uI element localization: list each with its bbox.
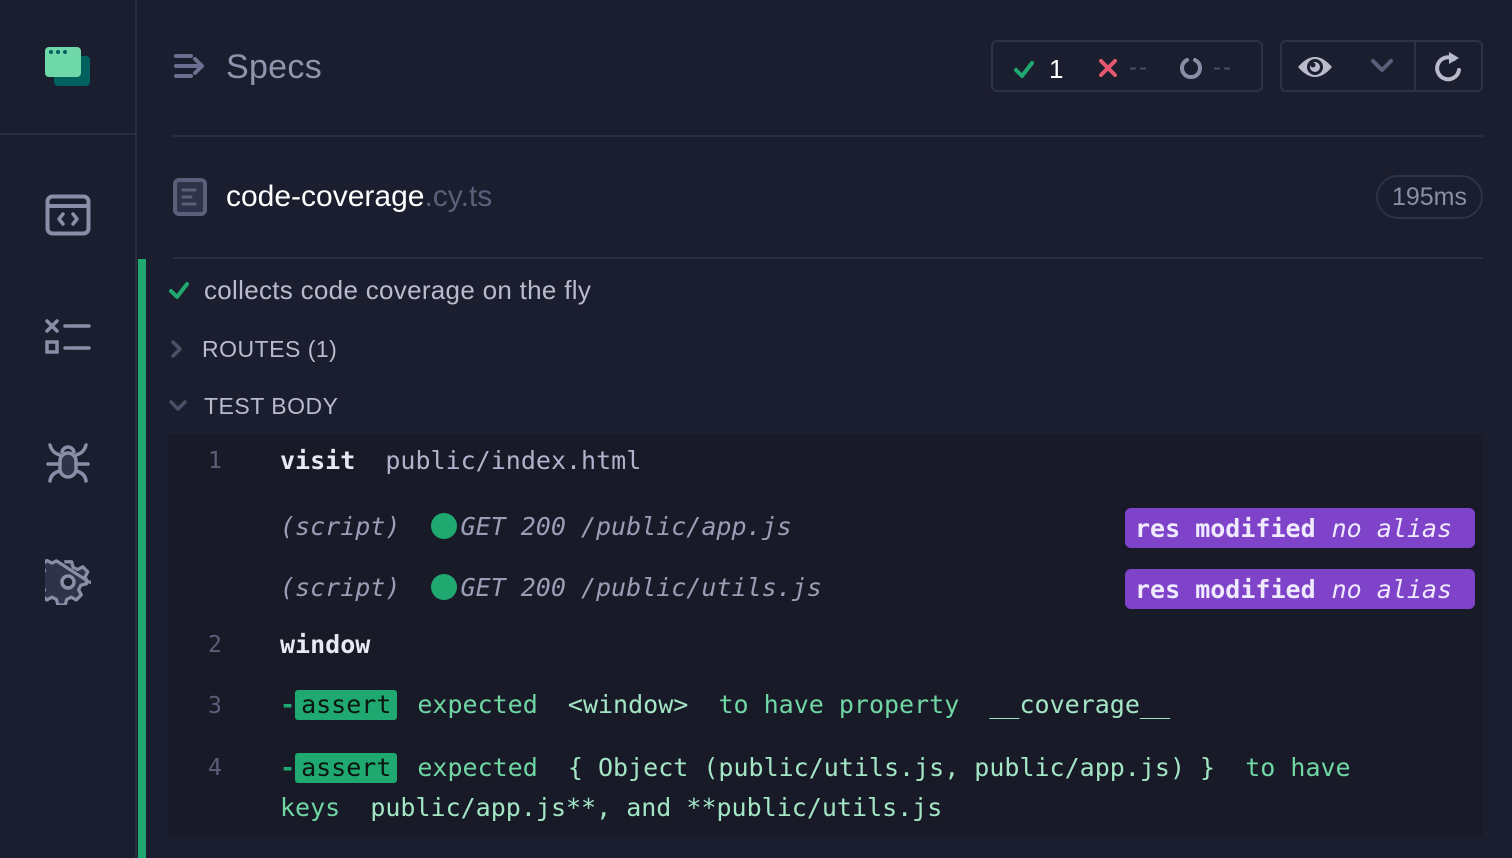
sidebar-item-specs[interactable] (44, 191, 92, 239)
refresh-icon (1435, 52, 1461, 82)
assertion-text: to have property (718, 690, 960, 719)
request-body: (script) GET 200 /public/app.js (280, 512, 792, 541)
eye-icon (1298, 57, 1332, 77)
assertion-value: <window> (567, 690, 689, 719)
bug-icon (46, 443, 90, 483)
checklist-icon (45, 319, 91, 354)
request-type: (script) (280, 512, 401, 541)
passed-count: 1 (1049, 54, 1064, 84)
request-method-status: GET 200 (460, 512, 566, 541)
assertion-text: to have (1245, 753, 1351, 782)
specs-list-icon[interactable] (173, 52, 207, 85)
watch-toggle-button[interactable] (1296, 52, 1334, 87)
assertion-dash: - (280, 690, 296, 719)
assertion-text: expected (417, 753, 538, 782)
assertion-row[interactable]: 4 - assert expected { Object (public/utils… (168, 748, 1483, 828)
x-icon (1099, 59, 1117, 77)
test-title: collects code coverage on the fly (204, 274, 592, 305)
command-number: 4 (208, 755, 222, 781)
command-number: 2 (208, 632, 222, 658)
document-icon (173, 178, 207, 221)
sidebar-item-settings[interactable] (44, 558, 92, 606)
request-row[interactable]: (script) GET 200 /public/app.js res modi… (168, 508, 1483, 548)
command-name: visit (280, 446, 356, 475)
badge-bold-text: res modified (1135, 513, 1316, 543)
request-method-status: GET 200 (460, 573, 566, 602)
command-number: 1 (208, 448, 222, 474)
command-message: public/index.html (385, 446, 642, 475)
sidebar-item-debug[interactable] (44, 437, 92, 485)
code-window-icon (45, 194, 91, 236)
request-status-dot (430, 513, 457, 539)
request-url: /public/utils.js (580, 573, 822, 602)
failed-stat: -- (1097, 54, 1149, 82)
request-url: /public/app.js (580, 512, 792, 541)
page-title: Specs (226, 48, 322, 86)
badge-bold-text: res modified (1135, 574, 1316, 604)
request-row[interactable]: (script) GET 200 /public/utils.js res mo… (168, 569, 1483, 609)
pending-count: -- (1213, 54, 1233, 81)
response-modified-badge: res modified no alias (1125, 569, 1475, 609)
badge-alias-text: no alias (1331, 513, 1453, 543)
pending-spinner-icon (1180, 58, 1202, 80)
assertion-text: keys (280, 793, 341, 822)
runner-controls (1280, 40, 1483, 92)
assertion-text: expected (417, 690, 538, 719)
test-body-section-label: TEST BODY (204, 392, 339, 419)
command-body: visit public/index.html (280, 446, 641, 475)
spec-file-name[interactable]: code-coverage.cy.ts (226, 180, 492, 214)
assertion-body: - assert expected <window> to have propert… (280, 690, 1170, 720)
routes-section-toggle[interactable]: ROUTES (1) (168, 334, 337, 364)
duration-badge: 195ms (1375, 175, 1483, 219)
check-icon (169, 282, 189, 299)
response-modified-badge: res modified no alias (1125, 508, 1475, 548)
assertion-value: { Object (public/utils.js, public/app.js… (567, 753, 1216, 782)
file-divider (173, 257, 1483, 259)
check-icon (1014, 60, 1034, 78)
assertion-value: __coverage__ (989, 690, 1170, 719)
spec-file-extension: .cy.ts (424, 180, 493, 213)
request-body: (script) GET 200 /public/utils.js (280, 573, 822, 602)
header-divider (173, 135, 1483, 137)
command-row[interactable]: 1 visit public/index.html (168, 446, 1483, 486)
watch-dropdown-button[interactable] (1370, 56, 1394, 81)
test-title-row[interactable]: collects code coverage on the fly (168, 272, 591, 308)
assertion-dash: - (280, 753, 296, 782)
test-passed-indicator (138, 259, 146, 858)
chevron-right-icon (171, 340, 182, 358)
rerun-button[interactable] (1432, 50, 1464, 89)
gear-icon (45, 559, 91, 605)
assertion-body: - assert expected { Object (public/utils.j… (280, 748, 1460, 828)
app-logo[interactable] (0, 0, 135, 135)
command-log: 1 visit public/index.html (script) GET 2… (168, 434, 1483, 836)
request-type: (script) (280, 573, 401, 602)
sidebar (0, 0, 137, 858)
command-body: window (280, 630, 370, 659)
chevron-down-icon (1371, 59, 1393, 72)
cypress-app-logo-icon (44, 46, 90, 86)
spec-file-header: code-coverage.cy.ts 195ms (173, 175, 1483, 221)
failed-count: -- (1129, 54, 1149, 81)
assertion-value: public/app.js**, and **public/utils.js (370, 793, 943, 822)
spec-file-basename: code-coverage (226, 180, 425, 213)
sidebar-item-runs[interactable] (44, 313, 92, 361)
assert-tag: assert (295, 753, 398, 783)
test-stats: 1 -- -- (991, 40, 1263, 92)
request-status-dot (430, 574, 457, 600)
command-name: window (280, 630, 371, 659)
test-body-section-toggle[interactable]: TEST BODY (168, 391, 338, 421)
command-number: 3 (208, 693, 222, 719)
passed-stat: 1 (1013, 54, 1063, 85)
chevron-down-icon (169, 400, 187, 411)
routes-section-label: ROUTES (1) (202, 335, 338, 362)
badge-alias-text: no alias (1331, 574, 1453, 604)
assert-tag: assert (295, 690, 398, 720)
assertion-row[interactable]: 3 - assert expected <window> to have prope… (168, 690, 1483, 730)
pending-stat: -- (1179, 54, 1233, 82)
command-row[interactable]: 2 window (168, 630, 1483, 670)
specs-header: Specs 1 -- -- (173, 38, 1483, 94)
controls-divider (1414, 42, 1416, 90)
